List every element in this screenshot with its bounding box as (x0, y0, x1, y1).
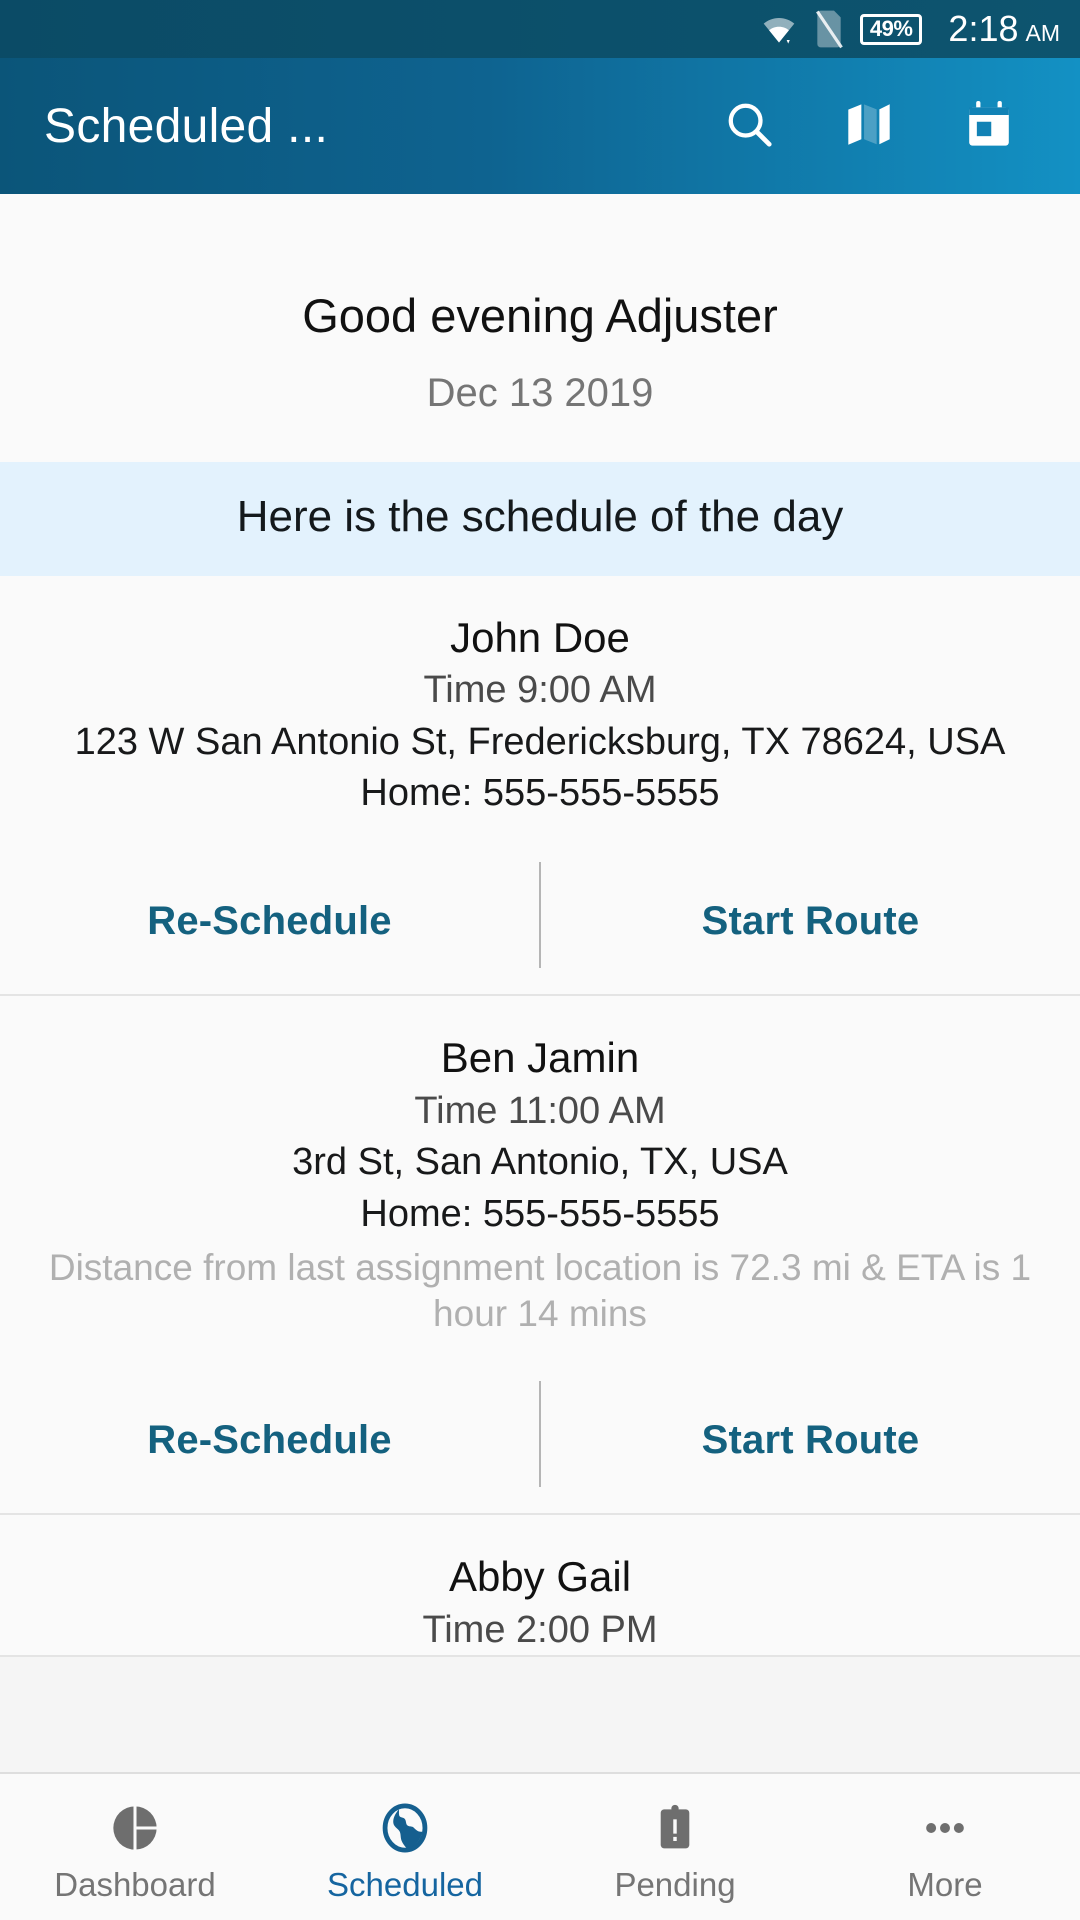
appointment-actions: Re-Schedule Start Route (0, 1367, 1080, 1513)
nav-item-more[interactable]: More (810, 1774, 1080, 1920)
nav-label: Dashboard (54, 1865, 216, 1903)
nav-label: Pending (614, 1865, 736, 1903)
more-horizontal-icon (917, 1800, 973, 1856)
nav-label: More (907, 1865, 983, 1903)
appointment-name: Ben Jamin (440, 1034, 640, 1082)
appointment-address: 3rd St, San Antonio, TX, USA (292, 1141, 788, 1184)
no-sim-icon (814, 9, 844, 49)
start-route-button[interactable]: Start Route (541, 1367, 1080, 1513)
appointment-card[interactable]: Ben Jamin Time 11:00 AM 3rd St, San Anto… (0, 996, 1080, 1516)
calendar-icon (962, 97, 1016, 156)
appointment-list[interactable]: John Doe Time 9:00 AM 123 W San Antonio … (0, 575, 1080, 1772)
greeting-section: Good evening Adjuster Dec 13 2019 (0, 194, 1080, 462)
appointment-card[interactable]: John Doe Time 9:00 AM 123 W San Antonio … (0, 575, 1080, 997)
clock-meridiem: AM (1025, 20, 1061, 46)
app-bar-actions (718, 95, 1048, 157)
status-bar-icons: 49% 2:18 AM (760, 8, 1060, 50)
appointment-name: Abby Gail (448, 1553, 632, 1601)
reschedule-button[interactable]: Re-Schedule (0, 848, 539, 994)
appointment-phone: Home: 555-555-5555 (360, 771, 720, 814)
app-screen: 49% 2:18 AM Scheduled ... Good evening A… (0, 0, 1080, 1920)
status-bar-clock: 2:18 AM (948, 8, 1060, 50)
page-title: Scheduled ... (44, 99, 329, 153)
globe-icon (377, 1800, 433, 1856)
greeting-title: Good evening Adjuster (302, 289, 778, 342)
search-button[interactable] (718, 95, 780, 157)
pie-chart-icon (107, 1800, 163, 1856)
start-route-button[interactable]: Start Route (541, 848, 1080, 994)
schedule-banner: Here is the schedule of the day (0, 461, 1080, 576)
battery-indicator: 49% (859, 13, 923, 45)
appointment-card[interactable]: Abby Gail Time 2:00 PM (0, 1515, 1080, 1658)
nav-item-dashboard[interactable]: Dashboard (0, 1774, 270, 1920)
appointment-address: 123 W San Antonio St, Fredericksburg, TX… (74, 720, 1006, 763)
wifi-icon (760, 12, 798, 46)
clipboard-alert-icon (647, 1800, 703, 1856)
bottom-navigation: Dashboard Scheduled Pending More (0, 1772, 1080, 1920)
appointment-actions: Re-Schedule Start Route (0, 848, 1080, 994)
nav-item-scheduled[interactable]: Scheduled (270, 1774, 540, 1920)
appointment-time: Time 11:00 AM (414, 1089, 666, 1132)
nav-item-pending[interactable]: Pending (540, 1774, 810, 1920)
app-bar: Scheduled ... (0, 58, 1080, 194)
search-icon (722, 97, 776, 156)
nav-label: Scheduled (327, 1865, 483, 1903)
appointment-time: Time 9:00 AM (423, 669, 657, 712)
status-bar: 49% 2:18 AM (0, 0, 1080, 58)
clock-time: 2:18 (948, 8, 1019, 49)
reschedule-button[interactable]: Re-Schedule (0, 1367, 539, 1513)
appointment-name: John Doe (450, 613, 630, 661)
appointment-time: Time 2:00 PM (422, 1608, 658, 1651)
map-icon (842, 97, 896, 156)
appointment-phone: Home: 555-555-5555 (360, 1192, 720, 1235)
greeting-date: Dec 13 2019 (426, 370, 654, 415)
calendar-button[interactable] (958, 95, 1020, 157)
map-button[interactable] (838, 95, 900, 157)
appointment-distance: Distance from last assignment location i… (48, 1246, 1032, 1335)
